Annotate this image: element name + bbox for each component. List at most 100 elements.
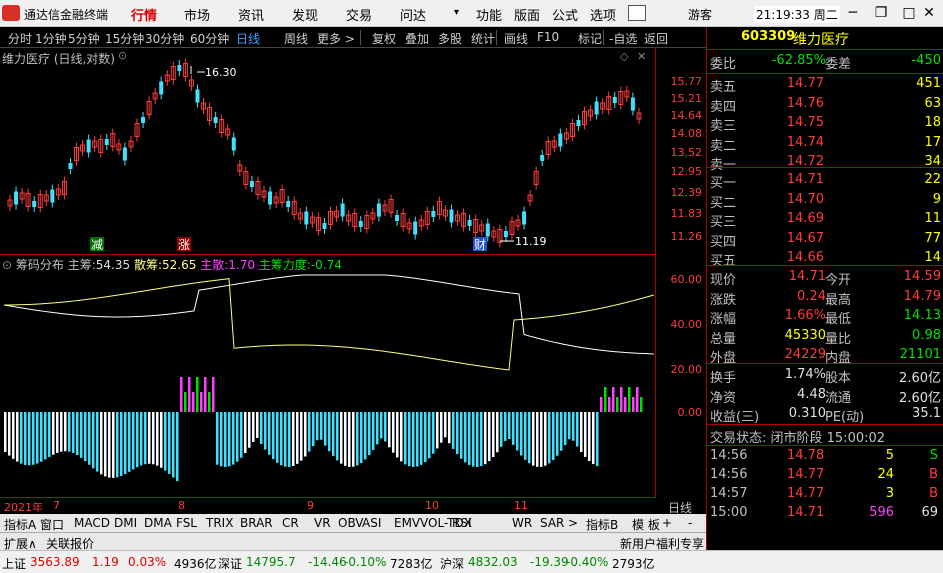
ext-tab-4[interactable]: 势 [800, 535, 812, 552]
indicator-tab-6[interactable]: TRIX [206, 516, 233, 530]
menu-discover[interactable]: 发现 [292, 5, 318, 24]
candle-body [340, 203, 345, 217]
indicator-bar [524, 412, 527, 460]
tick-side: B [929, 486, 938, 501]
candle-body [540, 155, 545, 161]
indicator-bar [92, 412, 95, 469]
indicator-bar [568, 412, 571, 440]
menu-wenda[interactable]: 问达 [400, 5, 426, 24]
toolbar-item-14[interactable]: F10 [537, 30, 559, 44]
toolbar-item-16[interactable]: -自选 [609, 30, 637, 47]
chevron-down-icon[interactable]: ▾ [454, 7, 459, 18]
indicator-bar [276, 412, 279, 463]
indicator-tab-0[interactable]: 指标A [4, 516, 36, 533]
order-level-label: 卖三 [710, 119, 737, 134]
low-label: 11.19 [515, 235, 547, 248]
indicator-tab-11[interactable]: ASI [362, 516, 381, 530]
indicator-tab-4[interactable]: DMA [144, 516, 172, 530]
maximize-icon[interactable]: □ [898, 3, 920, 23]
ext-tab-1[interactable]: 笔 [716, 535, 728, 552]
toolbar-item-3[interactable]: 15分钟 [105, 30, 144, 47]
toolbar-item-6[interactable]: 日线 [236, 30, 260, 47]
stat-value: 24229 [784, 347, 826, 362]
menu-news[interactable]: 资讯 [238, 5, 264, 24]
toolbar-item-8[interactable]: 更多 > [317, 30, 355, 47]
menu-market[interactable]: 市场 [184, 5, 210, 24]
indicator-tab-16[interactable]: SAR [540, 516, 564, 530]
period-toolbar: 分时 1分钟 5分钟 15分钟 30分钟 60分钟 日线 周线 更多 > 复权 叠加 多股 统计 画线 F1… [0, 27, 706, 48]
index-name[interactable]: 深证 [218, 555, 242, 572]
menu-options[interactable]: 选项 [590, 5, 616, 24]
index-name[interactable]: 上证 [2, 555, 26, 572]
indicator-tab-5[interactable]: FSL [176, 516, 197, 530]
minimize-icon[interactable]: ─ [842, 3, 864, 23]
indicator-tab-21[interactable]: - [688, 516, 692, 530]
indicator-tab-15[interactable]: WR [512, 516, 532, 530]
price-chart-panel[interactable]: 维力医疗 (日线,对数) ⊙ ◇ ✕ 16.30 11.19 减 涨 财 [0, 48, 655, 255]
ext-tab-5[interactable]: 联 [828, 535, 840, 552]
indicator-tab-12[interactable]: EMV [394, 516, 420, 530]
quote-stat-row: 总量 45330 量比 0.98 [707, 328, 943, 347]
ext-tab-3[interactable]: 细 [772, 535, 784, 552]
search-icon[interactable] [628, 5, 646, 21]
toolbar-item-12[interactable]: 统计 [471, 30, 495, 47]
indicator-tab-9[interactable]: VR [314, 516, 331, 530]
indicator-bar [120, 412, 123, 477]
indicator-bar [516, 412, 519, 451]
indicator-tab-18[interactable]: 指标B [586, 516, 618, 533]
chip-distribution-panel[interactable]: ⊙ 筹码分布 主筹:54.35 散筹:52.65 主散:1.70 主筹力度:-0… [0, 255, 655, 498]
toolbar-item-2[interactable]: 5分钟 [68, 30, 100, 47]
toolbar-separator [603, 30, 604, 45]
order-book-row: 卖二 14.74 17 [707, 135, 943, 154]
indicator-bar [388, 412, 391, 448]
indicator-tab-20[interactable]: + [662, 516, 672, 530]
candlestick-chart: 16.30 11.19 减 涨 财 [7, 58, 642, 252]
toolbar-item-10[interactable]: 叠加 [405, 30, 429, 47]
toolbar-item-15[interactable]: 标记 [578, 30, 602, 47]
user-label[interactable]: 游客 [688, 6, 712, 23]
indicator-bar [612, 387, 615, 412]
toolbar-item-11[interactable]: 多股 [438, 30, 462, 47]
indicator-bar [316, 412, 319, 441]
indicator-tab-19[interactable]: 模 板 [632, 516, 660, 533]
indicator-bar [60, 412, 63, 452]
indicator-bar [508, 412, 511, 440]
menu-quotes[interactable]: 行情 [131, 5, 157, 24]
ext-tab-0[interactable]: 新用户福利专享 [620, 535, 704, 552]
toolbar-item-1[interactable]: 1分钟 [35, 30, 67, 47]
ext-tab-6[interactable]: 值 [856, 535, 868, 552]
toolbar-item-9[interactable]: 复权 [372, 30, 396, 47]
indicator-tab-1[interactable]: 窗口 [40, 516, 64, 533]
indicator-tab-8[interactable]: CR [282, 516, 299, 530]
indicator-bar [544, 412, 547, 466]
ext-tab-8[interactable]: 筹 [912, 535, 924, 552]
restore-icon[interactable]: ❐ [870, 3, 892, 23]
ext-tab-7[interactable]: 主 [884, 535, 896, 552]
indicator-bar [408, 412, 411, 467]
indicator-tab-10[interactable]: OBV [338, 516, 364, 530]
indicator-bar [328, 412, 331, 452]
toolbar-item-17[interactable]: 返回 [644, 30, 668, 47]
indicator-tab-14[interactable]: RSI [452, 516, 472, 530]
indicator-tab-7[interactable]: BRAR [240, 516, 273, 530]
menu-formula[interactable]: 公式 [552, 5, 578, 24]
close-icon[interactable]: ✕ [918, 3, 940, 23]
indicator-tab-3[interactable]: DMI [114, 516, 137, 530]
toolbar-item-5[interactable]: 60分钟 [190, 30, 229, 47]
toolbar-item-4[interactable]: 30分钟 [145, 30, 184, 47]
indicator-tab-17[interactable]: > [568, 516, 578, 530]
indicator-bar [196, 377, 199, 412]
toolbar-item-7[interactable]: 周线 [284, 30, 308, 47]
indicator-bar [472, 412, 475, 467]
menu-layout[interactable]: 版面 [514, 5, 540, 24]
candle-body [630, 97, 635, 111]
menu-trade[interactable]: 交易 [346, 5, 372, 24]
indicator-tab-2[interactable]: MACD [74, 516, 110, 530]
toolbar-item-0[interactable]: 分时 [8, 30, 32, 47]
toolbar-item-13[interactable]: 画线 [504, 30, 528, 47]
menu-functions[interactable]: 功能 [476, 5, 502, 24]
indicator-bar [624, 397, 627, 412]
index-name[interactable]: 沪深 [440, 555, 464, 572]
ext-tab-2[interactable]: 价 [744, 535, 756, 552]
indicator-bar [564, 412, 567, 446]
